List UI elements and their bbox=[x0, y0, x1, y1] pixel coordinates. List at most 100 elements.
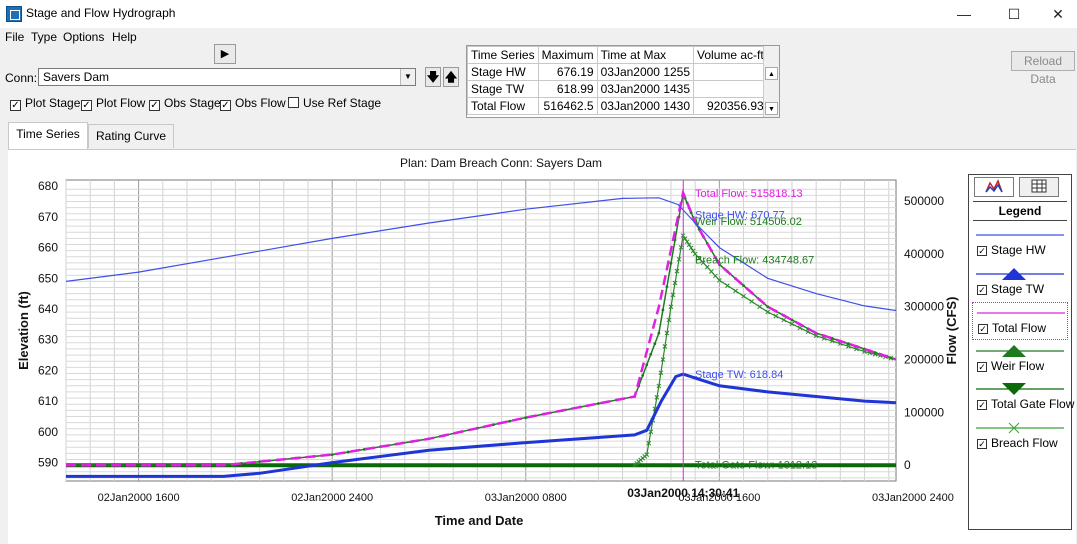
maximize-button[interactable]: ☐ bbox=[991, 0, 1037, 28]
obs-flow-checkbox[interactable]: ✓ Obs Flow bbox=[220, 96, 286, 111]
weir-flow-point bbox=[524, 416, 528, 420]
menu-help[interactable]: Help bbox=[112, 30, 137, 44]
y-tick-label-left: 620 bbox=[38, 363, 58, 377]
y-axis-title-left: Elevation (ft) bbox=[16, 291, 31, 370]
legend-label: Stage HW bbox=[991, 243, 1046, 257]
value-annotation: Stage TW: 618.84 bbox=[695, 369, 783, 381]
legend-label: Total Gate Flow bbox=[991, 397, 1075, 411]
x-tick-label: 03Jan2000 0800 bbox=[485, 492, 567, 504]
legend-checkbox[interactable]: ✓ bbox=[977, 246, 987, 256]
window-title: Stage and Flow Hydrograph bbox=[26, 6, 176, 20]
table-icon bbox=[1031, 179, 1047, 193]
weir-flow-point bbox=[508, 419, 512, 423]
chevron-down-icon: ▼ bbox=[400, 69, 415, 85]
table-cell: Stage HW bbox=[467, 63, 539, 81]
legend-item-total-gate-flow[interactable]: ✓ Total Gate Flow bbox=[972, 379, 1074, 417]
minimize-button[interactable]: — bbox=[941, 0, 987, 28]
col-header[interactable]: Maximum bbox=[537, 46, 598, 64]
menu-type[interactable]: Type bbox=[31, 30, 57, 44]
table-cell: Total Flow bbox=[467, 97, 539, 115]
y-tick-label-right: 500000 bbox=[904, 194, 944, 208]
table-cell: Stage TW bbox=[467, 80, 539, 98]
play-button[interactable]: ▶ bbox=[214, 44, 236, 64]
tab-time-series[interactable]: Time Series bbox=[8, 122, 88, 150]
table-cell bbox=[693, 63, 768, 81]
legend-swatch bbox=[976, 234, 1064, 236]
legend-swatch bbox=[977, 312, 1065, 314]
table-cell: 618.99 bbox=[537, 80, 598, 98]
menu-file[interactable]: File bbox=[5, 30, 24, 44]
check-icon: ✓ bbox=[10, 100, 21, 111]
check-icon: ✓ bbox=[220, 100, 231, 111]
legend-checkbox[interactable]: ✓ bbox=[977, 438, 987, 449]
chart-icon bbox=[985, 179, 1003, 193]
check-icon: ✓ bbox=[81, 100, 92, 111]
use-ref-stage-checkbox[interactable]: Use Ref Stage bbox=[288, 96, 381, 110]
legend-checkbox[interactable]: ✓ bbox=[977, 400, 987, 410]
legend-label: Weir Flow bbox=[991, 358, 1045, 373]
title-bar: Stage and Flow Hydrograph — ☐ ✕ bbox=[0, 0, 1077, 28]
table-cell: 920356.93 bbox=[693, 97, 768, 115]
close-button[interactable]: ✕ bbox=[1035, 0, 1077, 28]
y-tick-label-right: 0 bbox=[904, 458, 911, 472]
table-cell bbox=[693, 80, 768, 98]
chart-view-button[interactable] bbox=[974, 177, 1014, 197]
reload-data-button[interactable]: Reload Data bbox=[1011, 51, 1075, 86]
value-annotation: Total Gate Flow: 1312.13 bbox=[695, 459, 817, 471]
move-up-button[interactable]: 🡅 bbox=[443, 67, 459, 87]
legend-checkbox[interactable]: ✓ bbox=[977, 361, 987, 372]
legend-label: Total Flow bbox=[992, 321, 1047, 335]
legend-item-total-flow[interactable]: ✓ Total Flow bbox=[972, 302, 1068, 340]
legend-item-weir-flow[interactable]: ✓ Weir Flow bbox=[972, 341, 1068, 379]
conn-select[interactable]: Savers Dam ▼ bbox=[38, 68, 416, 86]
plot-stage-checkbox[interactable]: ✓ Plot Stage bbox=[10, 96, 80, 111]
y-tick-label-left: 650 bbox=[38, 271, 58, 285]
weir-flow-point bbox=[195, 463, 199, 467]
summary-table: Time Series Maximum Time at Max Volume a… bbox=[466, 45, 780, 118]
legend-label: Stage TW bbox=[991, 281, 1045, 296]
col-header[interactable]: Volume ac-ft bbox=[693, 46, 768, 64]
weir-flow-point bbox=[346, 450, 350, 454]
weir-flow-point bbox=[641, 373, 645, 377]
value-annotation: Breach Flow: 434748.67 bbox=[695, 255, 814, 267]
table-view-button[interactable] bbox=[1019, 177, 1059, 197]
scroll-down-icon[interactable]: ▼ bbox=[765, 102, 778, 115]
legend-item-stage-tw[interactable]: ✓ Stage TW bbox=[972, 264, 1068, 302]
col-header[interactable]: Time at Max bbox=[596, 46, 695, 64]
weir-flow-point bbox=[596, 402, 600, 405]
y-tick-label-right: 300000 bbox=[904, 300, 944, 314]
weir-flow-point bbox=[889, 356, 893, 360]
y-tick-label-left: 670 bbox=[38, 210, 58, 224]
move-down-button[interactable]: 🡇 bbox=[425, 67, 441, 87]
app-icon bbox=[6, 6, 22, 22]
tab-rating-curve[interactable]: Rating Curve bbox=[88, 124, 174, 148]
y-tick-label-right: 200000 bbox=[904, 353, 944, 367]
weir-flow-point bbox=[330, 453, 334, 456]
legend-checkbox[interactable]: ✓ bbox=[978, 324, 988, 334]
table-cell: 03Jan2000 1430 bbox=[596, 97, 695, 115]
check-icon: ✓ bbox=[149, 100, 160, 111]
col-header[interactable]: Time Series bbox=[467, 46, 539, 64]
scroll-up-icon[interactable]: ▲ bbox=[765, 67, 778, 80]
conn-select-value: Savers Dam bbox=[43, 70, 110, 84]
hydrograph-chart[interactable]: 590 600 610 620 630 640 650 660 670 680 0 100000 200… bbox=[8, 150, 966, 543]
x-tick-label: 03Jan2000 2400 bbox=[872, 492, 954, 504]
legend-item-stage-hw[interactable]: ✓ Stage HW bbox=[972, 225, 1068, 263]
obs-stage-checkbox[interactable]: ✓ Obs Stage bbox=[149, 96, 221, 111]
table-row[interactable]: Stage HW 676.19 03Jan2000 1255 bbox=[467, 63, 768, 81]
legend-label: Breach Flow bbox=[991, 435, 1058, 450]
weir-flow-point bbox=[90, 463, 94, 467]
y-tick-label-right: 100000 bbox=[904, 405, 944, 419]
weir-flow-point bbox=[790, 318, 794, 322]
y-tick-label-left: 610 bbox=[38, 394, 58, 408]
menu-options[interactable]: Options bbox=[63, 30, 104, 44]
weir-flow-point bbox=[669, 261, 673, 265]
legend-checkbox[interactable]: ✓ bbox=[977, 284, 987, 295]
table-cell: 03Jan2000 1255 bbox=[596, 63, 695, 81]
table-row[interactable]: Stage TW 618.99 03Jan2000 1435 bbox=[467, 80, 768, 98]
plot-flow-checkbox[interactable]: ✓ Plot Flow bbox=[81, 96, 145, 111]
table-scrollbar[interactable]: ▲ ▼ bbox=[763, 46, 779, 117]
table-row[interactable]: Total Flow 516462.5 03Jan2000 1430 92035… bbox=[467, 97, 768, 115]
empty-checkbox-icon bbox=[288, 97, 299, 108]
legend-item-breach-flow[interactable]: ✓ Breach Flow bbox=[972, 418, 1068, 456]
